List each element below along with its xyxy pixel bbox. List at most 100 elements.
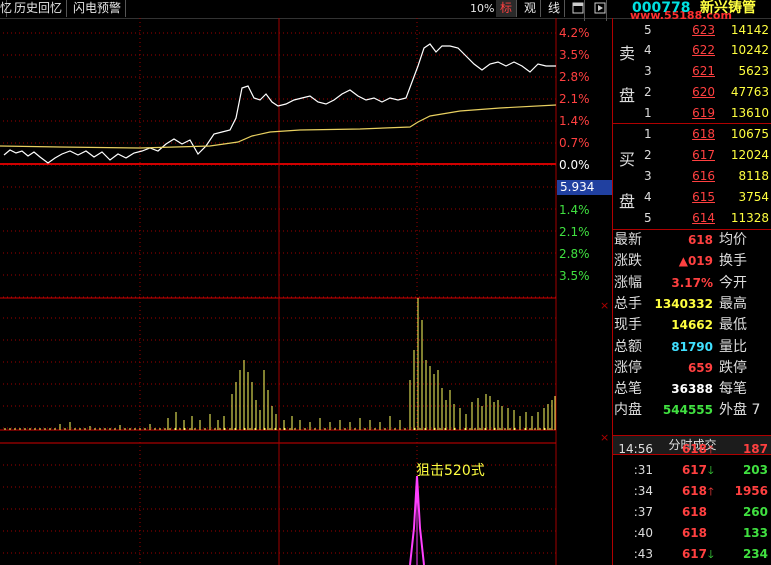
stats-label2: 换手 bbox=[719, 253, 747, 270]
sell-row[interactable]: 3 621 5623 bbox=[643, 61, 771, 81]
buy-row[interactable]: 1 618 10675 bbox=[643, 124, 771, 144]
pct-label: 4.2% bbox=[559, 26, 590, 40]
tick-price: 618 bbox=[681, 526, 707, 540]
stats-value: 544555 bbox=[662, 403, 713, 418]
stats-label: 现手 bbox=[614, 317, 642, 334]
stats-value: 3.17% bbox=[671, 275, 713, 290]
pct-label: 0.7% bbox=[559, 136, 590, 150]
tick-row[interactable]: :37 618 260 bbox=[613, 502, 771, 523]
toolbar-lead[interactable]: 忆 bbox=[0, 0, 12, 17]
pct-label: 2.1% bbox=[559, 92, 590, 106]
stats-row: 总手 1340332 最高 bbox=[613, 294, 771, 315]
tick-price: 618 bbox=[681, 442, 707, 456]
tick-time: :34 bbox=[633, 484, 653, 498]
stats-row: 涨跌 ▲019 换手 bbox=[613, 251, 771, 272]
sell-label: 卖 bbox=[618, 44, 635, 63]
stats-label: 总手 bbox=[614, 295, 642, 312]
tick-price: 618 bbox=[681, 505, 707, 519]
top-toolbar: 忆 历史回忆 闪电预警 10% 标 观 线 www.55188.com 0007… bbox=[0, 0, 771, 22]
toolbar-mode-xian[interactable]: 线 bbox=[544, 0, 566, 17]
tick-volume: 187 bbox=[742, 442, 768, 456]
intraday-chart[interactable] bbox=[0, 18, 612, 565]
pct-label: 2.8% bbox=[559, 247, 590, 261]
tick-volume: 1956 bbox=[734, 484, 768, 498]
buy-row[interactable]: 4 615 3754 bbox=[643, 187, 771, 207]
pct-label: 2.1% bbox=[559, 225, 590, 239]
stats-value: 659 bbox=[687, 360, 713, 375]
stats-row: 总额 81790 量比 bbox=[613, 337, 771, 358]
stats-label2: 均价 bbox=[719, 232, 747, 248]
stats-label: 总笔 bbox=[614, 381, 642, 398]
ticks-list[interactable]: 14:56 618 🡑 187:31 617 🡓 203:34 618 🡑 1956:37 618 2… bbox=[613, 439, 771, 565]
stats-label: 涨停 bbox=[614, 359, 642, 376]
tick-volume: 260 bbox=[742, 505, 768, 519]
stats-row: 现手 14662 最低 bbox=[613, 315, 771, 336]
stats-value: 1340332 bbox=[654, 296, 713, 311]
stats-value: 36388 bbox=[671, 382, 713, 397]
stats-value: 14662 bbox=[671, 318, 713, 333]
pct-label: 1.4% bbox=[559, 114, 590, 128]
arrow-up-icon: 🡑 bbox=[708, 443, 714, 456]
toolbar-mode-biao[interactable]: 标 bbox=[496, 0, 518, 17]
indicator-annotation: 狙击520式 bbox=[416, 463, 485, 479]
stock-name: 新兴铸管 bbox=[700, 0, 756, 16]
buy-orderbook: 买 盘 1 618 10675 2 617 12024 3 616 8118 4 615 375… bbox=[613, 124, 771, 230]
toolbar-percent[interactable]: 10% bbox=[466, 0, 500, 17]
tick-volume: 133 bbox=[742, 526, 768, 540]
tick-volume: 203 bbox=[742, 463, 768, 477]
toolbar-alert-button[interactable]: 闪电预警 bbox=[69, 0, 127, 17]
current-price-marker: 5.934 bbox=[557, 180, 612, 195]
pct-label-zero: 0.0% bbox=[559, 158, 590, 172]
stats-row: 内盘 544555 外盘 7 bbox=[613, 400, 771, 421]
buy-row[interactable]: 5 614 11328 bbox=[643, 208, 771, 228]
arrow-up-icon: 🡑 bbox=[708, 485, 714, 498]
tick-row[interactable]: :34 618 🡑 1956 bbox=[613, 481, 771, 502]
stats-label2: 量比 bbox=[719, 338, 747, 355]
tick-price: 617 bbox=[681, 463, 707, 477]
buy-row[interactable]: 3 616 8118 bbox=[643, 166, 771, 186]
stats-value: ▲019 bbox=[678, 254, 713, 269]
sell-orderbook: 卖 盘 5 623 14142 4 622 10242 3 621 5623 2 620 477… bbox=[613, 18, 771, 124]
arrow-down-icon: 🡓 bbox=[708, 464, 714, 477]
toolbar-history-button[interactable]: 历史回忆 bbox=[10, 0, 68, 17]
stats-label: 涨跌 bbox=[614, 253, 642, 270]
sell-label: 盘 bbox=[618, 86, 635, 105]
close-icon[interactable]: × bbox=[600, 299, 609, 312]
buy-label: 买 bbox=[618, 150, 635, 169]
buy-label: 盘 bbox=[618, 192, 635, 211]
stats-row: 总笔 36388 每笔 bbox=[613, 379, 771, 400]
stats-label: 最新 bbox=[614, 232, 642, 248]
close-icon[interactable]: × bbox=[600, 431, 609, 444]
tick-time: :43 bbox=[633, 547, 653, 561]
buy-row[interactable]: 2 617 12024 bbox=[643, 145, 771, 165]
pct-label: 1.4% bbox=[559, 203, 590, 217]
stats-label2: 每笔 bbox=[719, 381, 747, 398]
sell-row[interactable]: 1 619 13610 bbox=[643, 103, 771, 123]
stats-row: 涨停 659 跌停 bbox=[613, 358, 771, 379]
tick-price: 618 bbox=[681, 484, 707, 498]
arrow-down-icon: 🡓 bbox=[708, 548, 714, 561]
toolbar-mode-guan[interactable]: 观 bbox=[520, 0, 542, 17]
stats-label: 总额 bbox=[614, 338, 642, 355]
tick-time: :40 bbox=[633, 526, 653, 540]
sell-row[interactable]: 5 623 14142 bbox=[643, 20, 771, 40]
tick-price: 617 bbox=[681, 547, 707, 561]
stats-label2: 外盘 7 bbox=[719, 402, 761, 419]
average-price-line bbox=[0, 104, 557, 149]
stats-row: 最新 618 均价 bbox=[613, 230, 771, 251]
stats-block: 最新 618 均价 涨跌 ▲019 换手 涨幅 3.17% 今开 总手 1340332 最高 现手 146… bbox=[613, 230, 771, 426]
price-line bbox=[3, 43, 556, 164]
stats-label2: 跌停 bbox=[719, 359, 747, 376]
sell-row[interactable]: 2 620 47763 bbox=[643, 82, 771, 102]
sell-row[interactable]: 4 622 10242 bbox=[643, 40, 771, 60]
tick-time: 14:56 bbox=[618, 442, 653, 456]
tick-row[interactable]: :43 617 🡓 234 bbox=[613, 544, 771, 565]
tick-row[interactable]: :40 618 133 bbox=[613, 523, 771, 544]
quote-panel: 卖 盘 5 623 14142 4 622 10242 3 621 5623 2 620 477… bbox=[612, 18, 771, 565]
stats-value: 618 bbox=[687, 233, 713, 247]
stats-label2: 最高 bbox=[719, 295, 747, 312]
stats-label2: 今开 bbox=[719, 274, 747, 291]
tick-row[interactable]: :31 617 🡓 203 bbox=[613, 460, 771, 481]
stock-code: 000778 bbox=[632, 0, 691, 16]
tick-row[interactable]: 14:56 618 🡑 187 bbox=[613, 439, 771, 460]
